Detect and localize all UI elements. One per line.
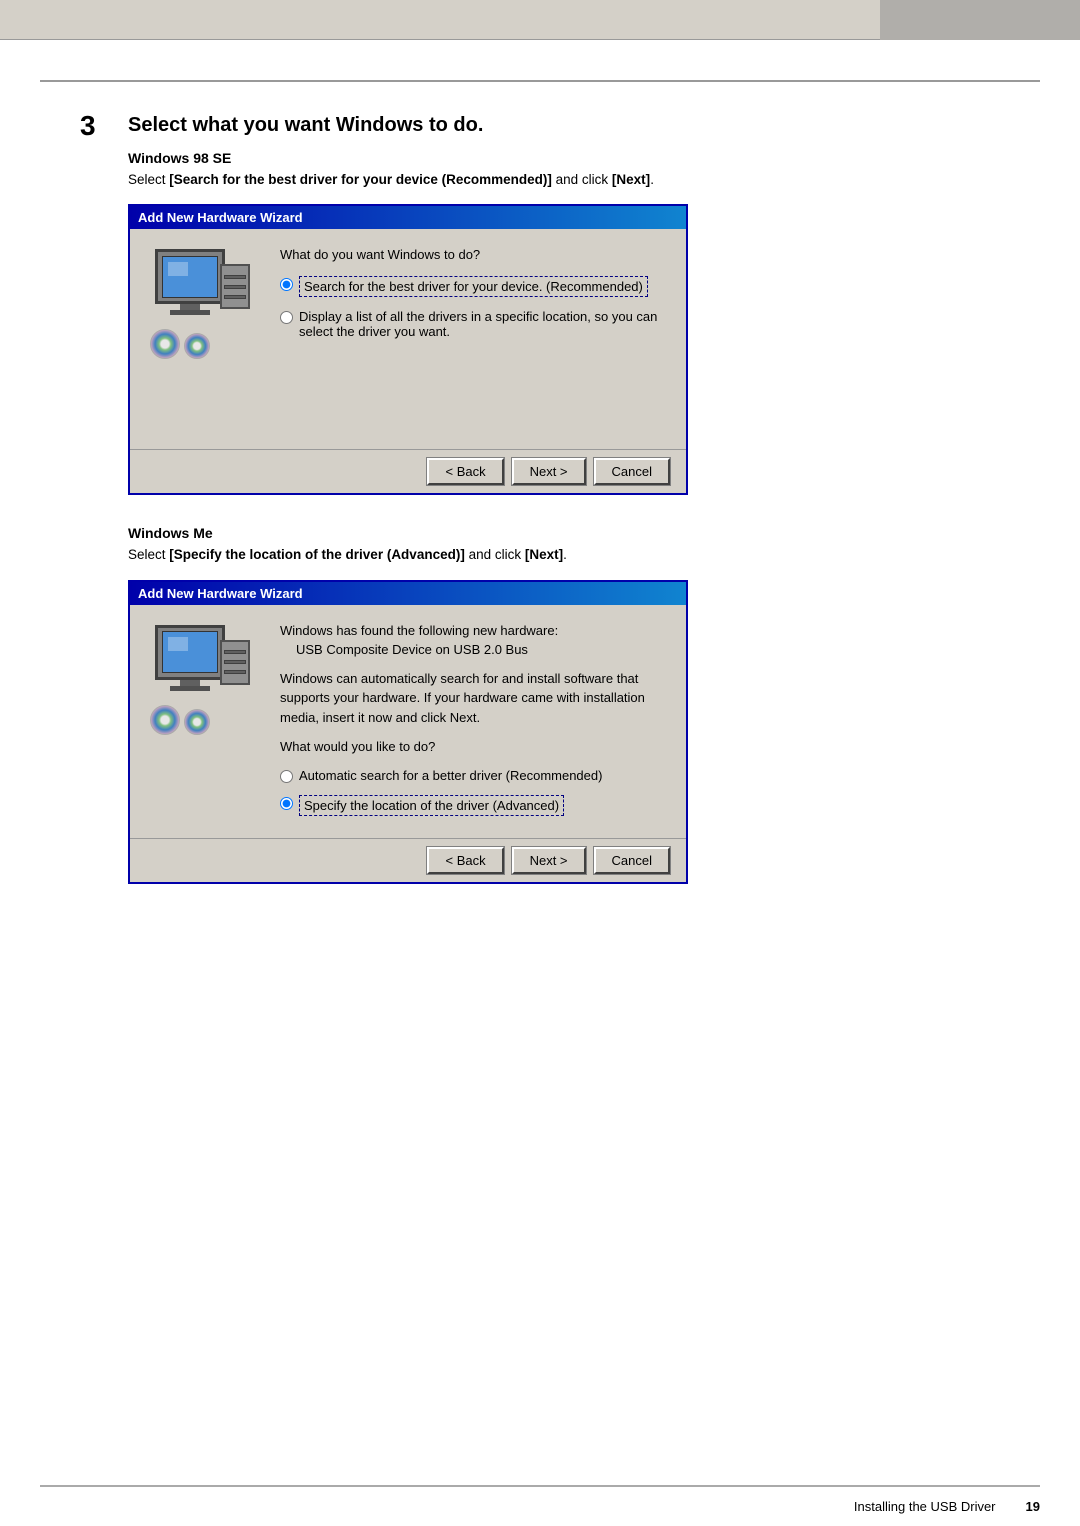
wizard-option-2a-label: Automatic search for a better driver (Re… <box>299 768 602 783</box>
auto-text: Windows can automatically search for and… <box>280 669 666 728</box>
wizard-question-1: What do you want Windows to do? <box>280 247 666 262</box>
top-gray-block <box>880 0 1080 40</box>
cpu-drive-2b <box>224 660 246 664</box>
page-footer-area: Installing the USB Driver 19 <box>0 1485 1080 1526</box>
wizard-option-1b-label: Display a list of all the drivers in a s… <box>299 309 666 339</box>
wizard-titlebar-2-label: Add New Hardware Wizard <box>138 586 303 601</box>
radio-option-2a[interactable] <box>280 770 293 783</box>
wizard-option-2a[interactable]: Automatic search for a better driver (Re… <box>280 768 666 783</box>
wizard-question-2: What would you like to do? <box>280 739 666 754</box>
monitor-stand-1 <box>170 310 210 315</box>
instruction-me-period: . <box>563 547 567 562</box>
instruction-me-suffix: and click <box>465 547 525 562</box>
wizard-option-1a[interactable]: Search for the best driver for your devi… <box>280 276 666 297</box>
windowsme-label: Windows Me <box>128 525 1000 541</box>
wizard-left-panel-2 <box>130 605 270 839</box>
wizard-option-1b[interactable]: Display a list of all the drivers in a s… <box>280 309 666 339</box>
cpu-drive-2a <box>224 650 246 654</box>
cpu-box-2 <box>220 640 250 685</box>
footer-text: Installing the USB Driver <box>854 1499 996 1514</box>
monitor-stand-2 <box>170 686 210 691</box>
next-button-1[interactable]: Next > <box>512 458 586 485</box>
wizard-titlebar-2: Add New Hardware Wizard <box>130 582 686 605</box>
wizard-footer-2: < Back Next > Cancel <box>130 838 686 882</box>
computer-icon-2 <box>150 625 250 735</box>
wizard-body-2: Windows has found the following new hard… <box>130 605 686 839</box>
back-button-2[interactable]: < Back <box>427 847 503 874</box>
windowsme-instruction: Select [Specify the location of the driv… <box>128 545 1000 565</box>
instruction-me-click: [Next] <box>525 547 563 562</box>
wizard-option-2b[interactable]: Specify the location of the driver (Adva… <box>280 795 666 816</box>
wizard-dialog-2: Add New Hardware Wizard <box>128 580 688 885</box>
step-number: 3 <box>80 112 110 140</box>
wizard-right-panel-1: What do you want Windows to do? Search f… <box>270 229 686 449</box>
cpu-drive-2c <box>224 670 246 674</box>
cds-area-2 <box>150 705 210 735</box>
cpu-drive-1a <box>224 275 246 279</box>
instruction-prefix: Select <box>128 172 169 187</box>
radio-option-1a[interactable] <box>280 278 293 291</box>
cd-disc-1a <box>150 329 180 359</box>
computer-icon-1 <box>150 249 250 359</box>
cpu-drive-1b <box>224 285 246 289</box>
wizard-titlebar-1-label: Add New Hardware Wizard <box>138 210 303 225</box>
instruction-click: [Next] <box>612 172 650 187</box>
cd-disc-2a <box>150 705 180 735</box>
main-content: 3 Select what you want Windows to do. Wi… <box>0 82 1080 954</box>
instruction-me-prefix: Select <box>128 547 169 562</box>
top-bar <box>0 0 1080 40</box>
page-number: 19 <box>1026 1499 1040 1514</box>
back-button-1[interactable]: < Back <box>427 458 503 485</box>
wizard-left-panel-1 <box>130 229 270 449</box>
next-button-2[interactable]: Next > <box>512 847 586 874</box>
cd-disc-2b <box>184 709 210 735</box>
radio-option-2b[interactable] <box>280 797 293 810</box>
windows98-instruction: Select [Search for the best driver for y… <box>128 170 1000 190</box>
windows98-label: Windows 98 SE <box>128 150 1000 166</box>
hardware-name: USB Composite Device on USB 2.0 Bus <box>280 642 666 657</box>
cd-disc-1b <box>184 333 210 359</box>
wizard-body-1: What do you want Windows to do? Search f… <box>130 229 686 449</box>
instruction-period: . <box>650 172 654 187</box>
cancel-button-1[interactable]: Cancel <box>594 458 670 485</box>
cancel-button-2[interactable]: Cancel <box>594 847 670 874</box>
monitor-1 <box>155 249 225 304</box>
wizard-found-text: Windows has found the following new hard… <box>280 623 666 638</box>
monitor-2 <box>155 625 225 680</box>
step-title: Select what you want Windows to do. <box>128 112 483 138</box>
step-header: 3 Select what you want Windows to do. <box>80 112 1000 140</box>
footer-row: Installing the USB Driver 19 <box>0 1487 1080 1526</box>
wizard-option-1a-label: Search for the best driver for your devi… <box>299 276 648 297</box>
wizard-dialog-1: Add New Hardware Wizard <box>128 204 688 495</box>
wizard-footer-1: < Back Next > Cancel <box>130 449 686 493</box>
cds-area-1 <box>150 329 210 359</box>
instruction-bold: [Search for the best driver for your dev… <box>169 172 552 187</box>
step-body: Windows 98 SE Select [Search for the bes… <box>128 150 1000 884</box>
monitor-screen-2 <box>162 631 218 673</box>
monitor-screen-1 <box>162 256 218 298</box>
cpu-drive-1c <box>224 295 246 299</box>
instruction-me-bold: [Specify the location of the driver (Adv… <box>169 547 465 562</box>
wizard-titlebar-1: Add New Hardware Wizard <box>130 206 686 229</box>
radio-option-1b[interactable] <box>280 311 293 324</box>
wizard-right-panel-2: Windows has found the following new hard… <box>270 605 686 839</box>
wizard-option-2b-label: Specify the location of the driver (Adva… <box>299 795 564 816</box>
instruction-suffix: and click <box>552 172 612 187</box>
cpu-box-1 <box>220 264 250 309</box>
